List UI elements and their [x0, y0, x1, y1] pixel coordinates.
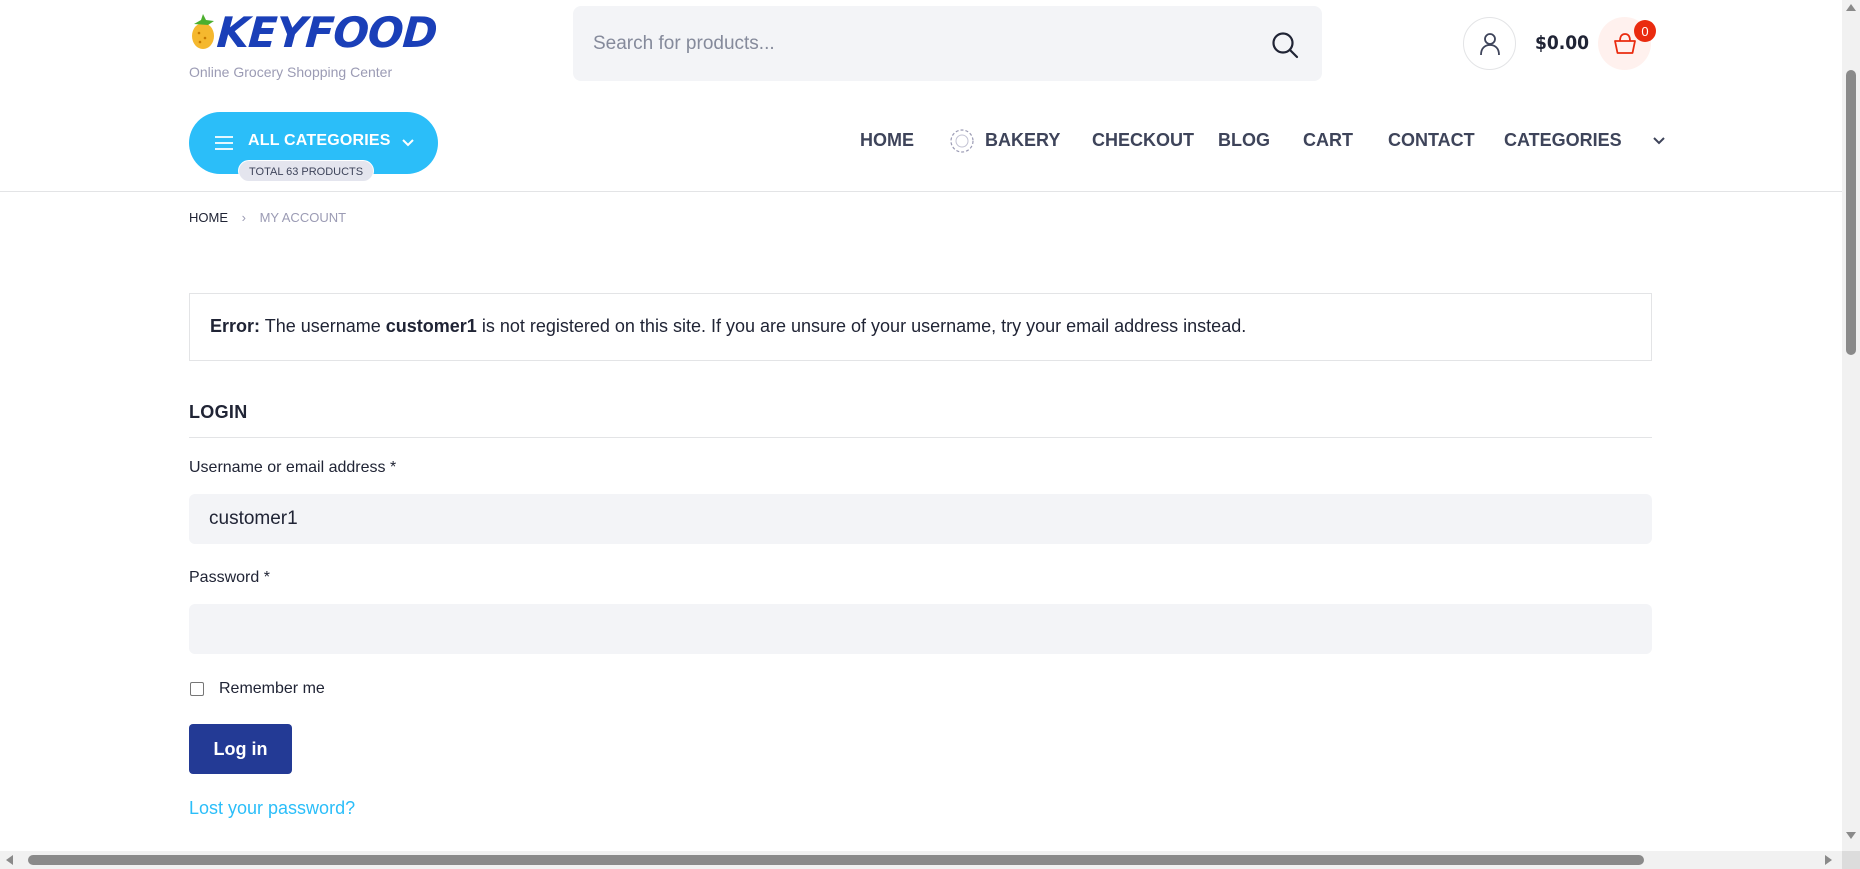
total-products-badge: TOTAL 63 PRODUCTS	[238, 160, 375, 182]
nav-checkout[interactable]: CHECKOUT	[1092, 130, 1194, 151]
account-button[interactable]	[1463, 17, 1516, 70]
horizontal-scrollbar[interactable]	[0, 851, 1842, 869]
remember-me: Remember me	[190, 680, 325, 698]
breadcrumb: HOME › MY ACCOUNT	[189, 210, 346, 225]
shopping-basket-icon	[1613, 32, 1636, 54]
search-input[interactable]	[593, 6, 1233, 81]
login-divider	[189, 437, 1652, 438]
nav-home[interactable]: HOME	[860, 130, 914, 151]
menu-icon	[215, 136, 233, 150]
chevron-down-icon[interactable]	[1652, 136, 1666, 146]
strawberry-icon	[192, 14, 214, 49]
vertical-scrollbar[interactable]	[1842, 0, 1860, 851]
password-field[interactable]	[189, 604, 1652, 654]
nav-bakery[interactable]: BAKERY	[985, 130, 1060, 151]
vertical-scroll-thumb[interactable]	[1846, 70, 1856, 355]
password-label: Password *	[189, 569, 270, 586]
remember-me-label[interactable]: Remember me	[219, 680, 325, 698]
login-heading: LOGIN	[189, 402, 248, 422]
username-label: Username or email address *	[189, 459, 397, 476]
logo-wordmark: KEYFOOD	[215, 8, 439, 57]
scroll-down-icon[interactable]	[1846, 832, 1856, 839]
scrollbar-corner	[1842, 851, 1860, 869]
cart-count-badge: 0	[1634, 20, 1656, 42]
nav-cart[interactable]: CART	[1303, 130, 1353, 151]
horizontal-scroll-thumb[interactable]	[28, 855, 1644, 865]
error-notice: Error: The username customer1 is not reg…	[189, 293, 1652, 361]
logo-tagline: Online Grocery Shopping Center	[189, 64, 393, 80]
user-icon	[1479, 32, 1500, 55]
bakery-icon	[950, 129, 974, 153]
nav-contact[interactable]: CONTACT	[1388, 130, 1475, 151]
username-field[interactable]	[189, 494, 1652, 544]
breadcrumb-home[interactable]: HOME	[189, 210, 228, 225]
header-top: KEYFOOD Online Grocery Shopping Center $…	[0, 0, 1842, 90]
cart-total[interactable]: $0.00	[1535, 32, 1589, 54]
scroll-right-icon[interactable]	[1825, 855, 1832, 865]
error-text-1: The username	[264, 316, 381, 336]
error-text-2: is not registered on this site. If you a…	[481, 316, 1247, 336]
nav-blog[interactable]: BLOG	[1218, 130, 1270, 151]
lost-password-link[interactable]: Lost your password?	[189, 798, 355, 819]
scroll-left-icon[interactable]	[6, 855, 13, 865]
scroll-up-icon[interactable]	[1846, 4, 1856, 11]
breadcrumb-separator-icon: ›	[241, 210, 246, 225]
search-bar	[573, 6, 1322, 81]
all-categories-label: ALL CATEGORIES	[248, 132, 391, 149]
header-nav: ALL CATEGORIES TOTAL 63 PRODUCTS HOME BA…	[0, 90, 1842, 192]
chevron-down-icon	[402, 139, 414, 147]
search-icon[interactable]	[1270, 30, 1300, 60]
site-logo[interactable]: KEYFOOD Online Grocery Shopping Center	[189, 8, 438, 80]
breadcrumb-current: MY ACCOUNT	[259, 210, 347, 225]
login-button[interactable]: Log in	[189, 724, 292, 774]
remember-me-checkbox[interactable]	[190, 682, 204, 696]
error-username: customer1	[385, 316, 477, 336]
nav-categories[interactable]: CATEGORIES	[1504, 130, 1622, 151]
error-prefix: Error:	[210, 316, 261, 336]
error-message: Error: The username customer1 is not reg…	[210, 316, 1246, 337]
